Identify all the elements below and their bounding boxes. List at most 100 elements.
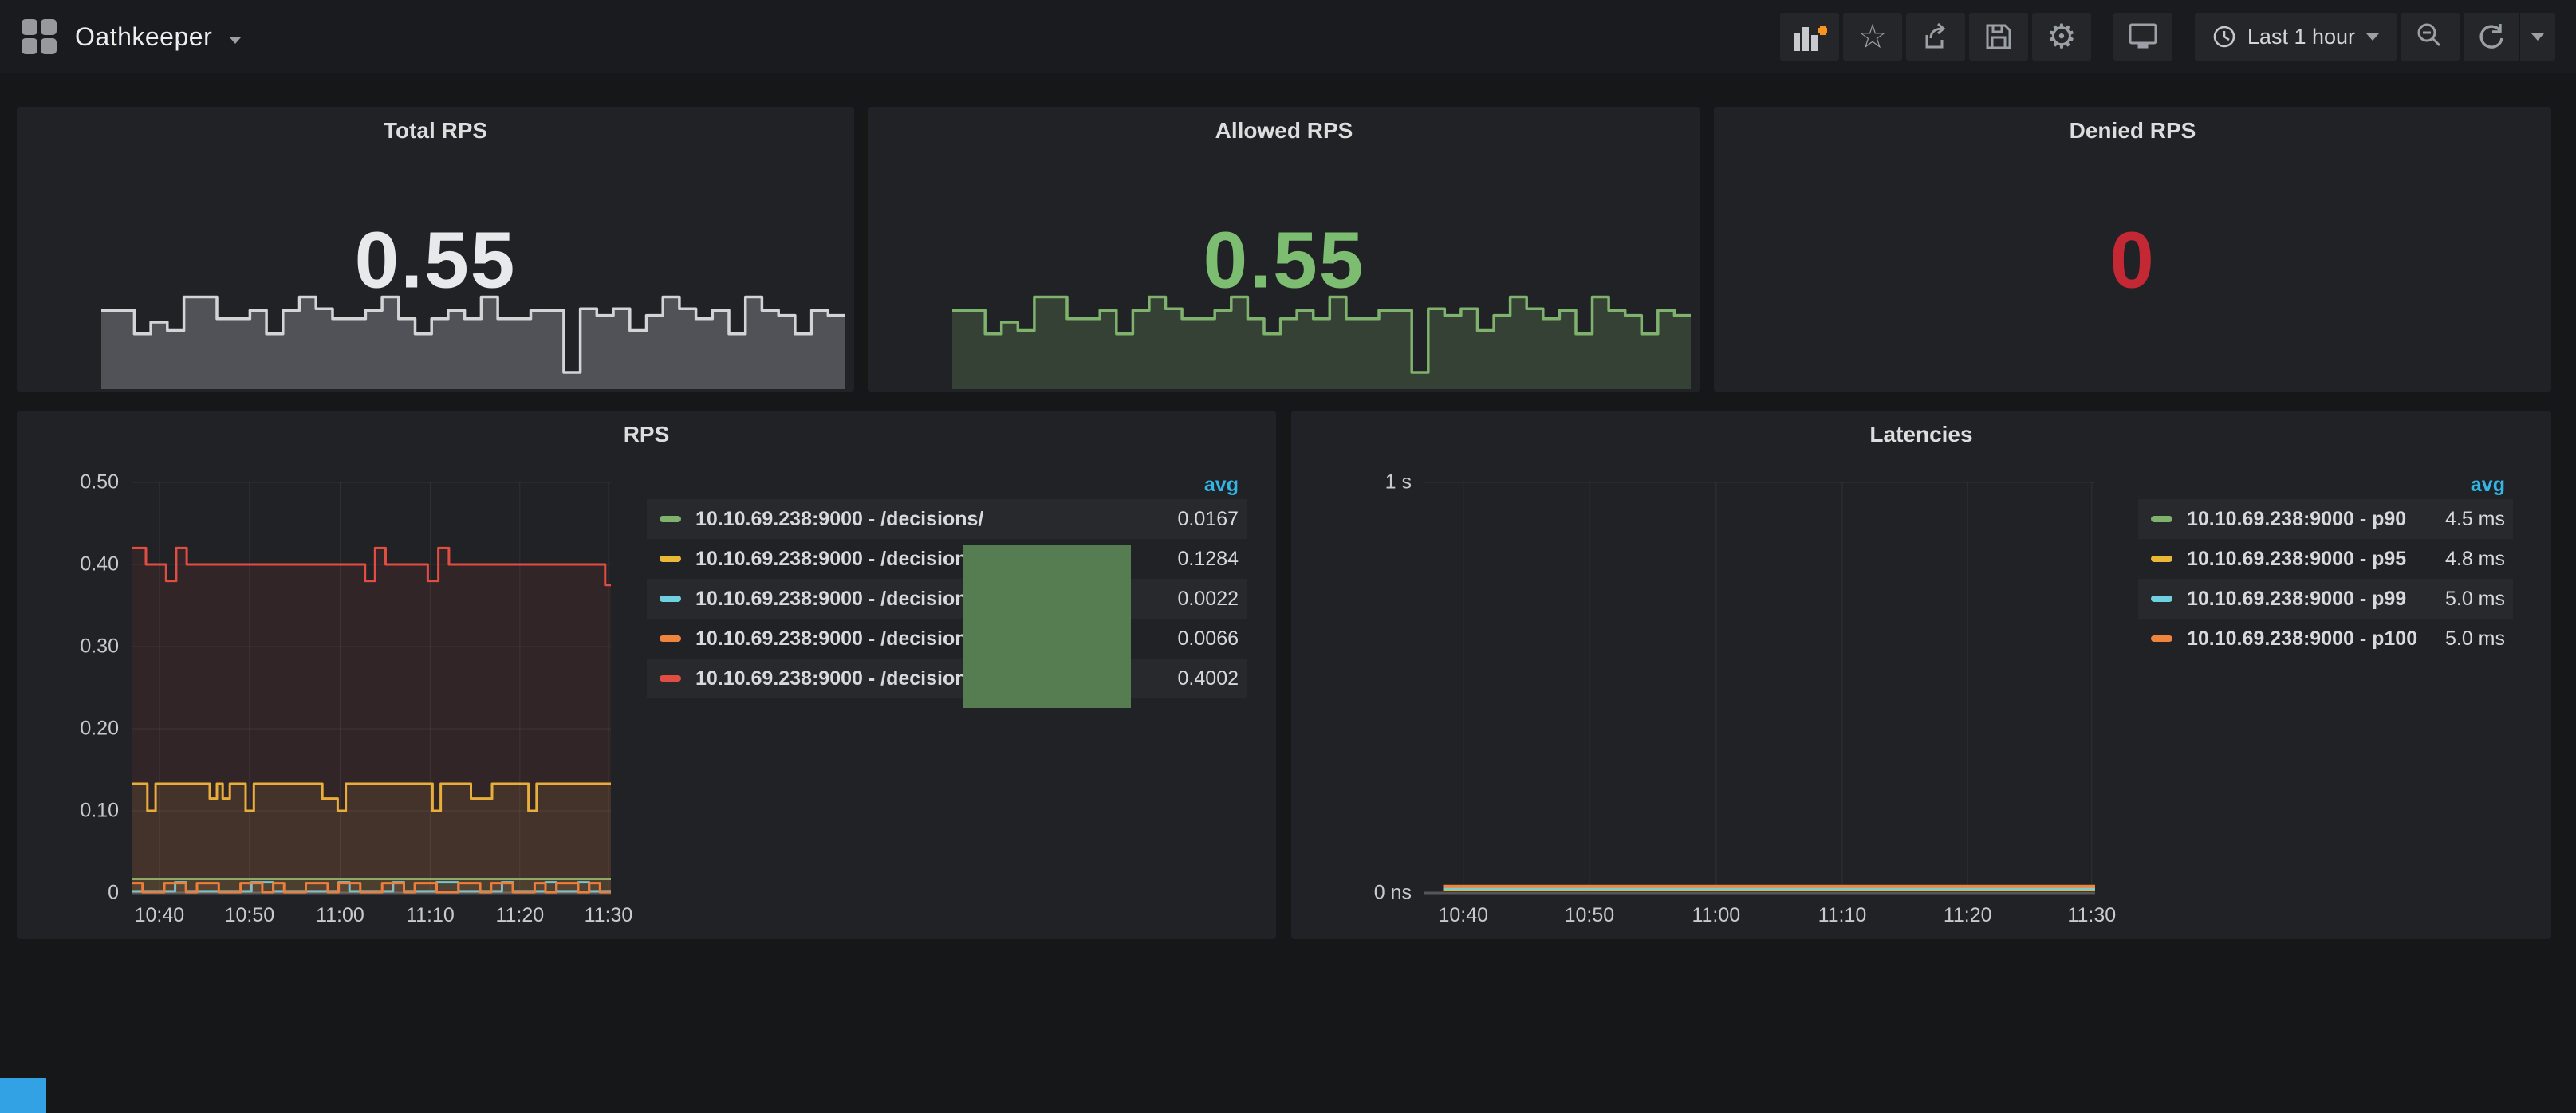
latencies-chart-svg	[1424, 482, 2095, 893]
panel-title[interactable]: RPS	[17, 422, 1276, 447]
x-tick-label: 10:40	[1438, 904, 1488, 927]
series-color-swatch[interactable]	[660, 556, 681, 562]
top-navbar: Oathkeeper ☆	[0, 0, 2576, 73]
legend-row[interactable]: 10.10.69.238:9000 - p99 5.0 ms	[2138, 579, 2513, 619]
panel-title[interactable]: Latencies	[1291, 422, 2551, 447]
latencies-legend: avg10.10.69.238:9000 - p904.5 ms10.10.69…	[2138, 470, 2513, 659]
y-tick-label: 0.40	[80, 553, 119, 576]
gear-icon: ⚙	[2046, 20, 2077, 53]
zoom-out-icon	[2414, 21, 2446, 53]
series-name[interactable]: 10.10.69.238:9000 - p90	[2187, 508, 2406, 531]
series-avg-value: 5.0 ms	[2445, 627, 2505, 651]
refresh-split-button	[2464, 13, 2555, 61]
x-tick-label: 11:00	[1692, 904, 1740, 927]
series-color-swatch[interactable]	[660, 635, 681, 642]
series-name[interactable]: 10.10.69.238:9000 - /decisions/	[695, 508, 983, 531]
y-tick-label: 0 ns	[1374, 882, 1412, 905]
legend-row[interactable]: 10.10.69.238:9000 - p954.8 ms	[2138, 539, 2513, 579]
series-name[interactable]: 10.10.69.238:9000 - /decisions/	[695, 627, 983, 651]
rps-plot-area[interactable]: 10:4010:5011:0011:1011:2011:300.500.400.…	[132, 482, 611, 893]
series-color-swatch[interactable]	[2151, 516, 2172, 522]
legend-row[interactable]: 10.10.69.238:9000 - /decisions/0.0022	[647, 579, 1247, 619]
rps-chart-svg	[132, 482, 611, 893]
series-name[interactable]: 10.10.69.238:9000 - p95	[2187, 548, 2406, 571]
x-tick-label: 11:00	[316, 904, 364, 927]
sidebar-corner-button[interactable]	[0, 1078, 46, 1113]
green-overlay-artifact	[963, 545, 1131, 708]
x-tick-label: 11:20	[1944, 904, 1992, 927]
panel-denied-rps: Denied RPS 0	[1714, 107, 2551, 392]
series-avg-value: 5.0 ms	[2445, 588, 2505, 611]
panel-latencies-graph: Latencies 10:4010:5011:0011:1011:2011:30…	[1291, 411, 2551, 939]
panel-title[interactable]: Denied RPS	[1714, 118, 2551, 144]
grid-logo-icon	[21, 18, 57, 55]
series-color-swatch[interactable]	[2151, 635, 2172, 642]
add-panel-button[interactable]	[1780, 13, 1839, 61]
legend-header-avg[interactable]: avg	[647, 470, 1247, 499]
clock-icon	[2212, 25, 2236, 49]
refresh-icon	[2476, 21, 2507, 53]
toolbar: ☆ ⚙	[1776, 13, 2555, 61]
series-avg-value: 0.1284	[1178, 548, 1239, 571]
series-color-swatch[interactable]	[2151, 596, 2172, 602]
share-button[interactable]	[1906, 13, 1965, 61]
series-avg-value: 0.0022	[1178, 588, 1239, 611]
x-tick-label: 10:40	[135, 904, 185, 927]
x-tick-label: 11:30	[585, 904, 633, 927]
stat-value: 0.55	[355, 215, 517, 307]
panel-allowed-rps: Allowed RPS 0.55	[868, 107, 1700, 392]
x-tick-label: 11:20	[495, 904, 544, 927]
series-color-swatch[interactable]	[2151, 556, 2172, 562]
dashboard-title[interactable]: Oathkeeper	[75, 22, 212, 52]
legend-row[interactable]: 10.10.69.238:9000 - p100 5.0 ms	[2138, 619, 2513, 659]
series-avg-value: 0.0066	[1178, 627, 1239, 651]
refresh-caret-icon	[2531, 33, 2544, 41]
series-name[interactable]: 10.10.69.238:9000 - /decisions/	[695, 667, 983, 690]
time-picker-button[interactable]: Last 1 hour	[2195, 13, 2397, 61]
refresh-interval-button[interactable]	[2520, 13, 2555, 61]
series-color-swatch[interactable]	[660, 596, 681, 602]
dashboard-picker[interactable]: Oathkeeper	[21, 18, 241, 55]
x-tick-label: 10:50	[225, 904, 275, 927]
legend-row[interactable]: 10.10.69.238:9000 - /decisions/0.0167	[647, 499, 1247, 539]
panel-title[interactable]: Allowed RPS	[868, 118, 1700, 144]
save-icon	[1983, 21, 2015, 53]
cycle-view-button[interactable]	[2113, 13, 2172, 61]
panel-title[interactable]: Total RPS	[17, 118, 854, 144]
x-tick-label: 11:10	[1818, 904, 1867, 927]
dashboard-caret-icon	[230, 37, 241, 44]
y-tick-label: 0.20	[80, 718, 119, 741]
time-caret-icon	[2366, 33, 2379, 41]
refresh-button[interactable]	[2464, 13, 2520, 61]
grafana-dashboard: Oathkeeper ☆	[0, 0, 2576, 1113]
legend-row[interactable]: 10.10.69.238:9000 - /decisions/0.4002	[647, 659, 1247, 698]
series-avg-value: 4.5 ms	[2445, 508, 2505, 531]
zoom-out-button[interactable]	[2401, 13, 2460, 61]
stat-value: 0.55	[1203, 215, 1365, 307]
settings-button[interactable]: ⚙	[2032, 13, 2091, 61]
series-name[interactable]: 10.10.69.238:9000 - /decisions/	[695, 548, 983, 571]
x-tick-label: 11:10	[406, 904, 455, 927]
y-tick-label: 1 s	[1385, 471, 1412, 494]
rps-legend: avg10.10.69.238:9000 - /decisions/0.0167…	[647, 470, 1247, 698]
series-avg-value: 0.0167	[1178, 508, 1239, 531]
legend-header-avg[interactable]: avg	[2138, 470, 2513, 499]
series-name[interactable]: 10.10.69.238:9000 - p100	[2187, 627, 2417, 651]
series-name[interactable]: 10.10.69.238:9000 - /decisions/	[695, 588, 983, 611]
legend-row[interactable]: 10.10.69.238:9000 - /decisions/0.1284	[647, 539, 1247, 579]
y-tick-label: 0.50	[80, 471, 119, 494]
save-button[interactable]	[1969, 13, 2028, 61]
series-color-swatch[interactable]	[660, 516, 681, 522]
series-color-swatch[interactable]	[660, 675, 681, 682]
y-tick-label: 0	[108, 882, 119, 905]
legend-row[interactable]: 10.10.69.238:9000 - /decisions/0.0066	[647, 619, 1247, 659]
star-button[interactable]: ☆	[1843, 13, 1902, 61]
time-range-label: Last 1 hour	[2247, 25, 2355, 49]
latencies-plot-area[interactable]: 10:4010:5011:0011:1011:2011:301 s0 ns	[1424, 482, 2095, 893]
series-name[interactable]: 10.10.69.238:9000 - p99	[2187, 588, 2406, 611]
y-tick-label: 0.30	[80, 635, 119, 659]
tv-icon	[2127, 21, 2159, 53]
y-tick-label: 0.10	[80, 800, 119, 823]
star-icon: ☆	[1857, 20, 1888, 53]
legend-row[interactable]: 10.10.69.238:9000 - p90 4.5 ms	[2138, 499, 2513, 539]
